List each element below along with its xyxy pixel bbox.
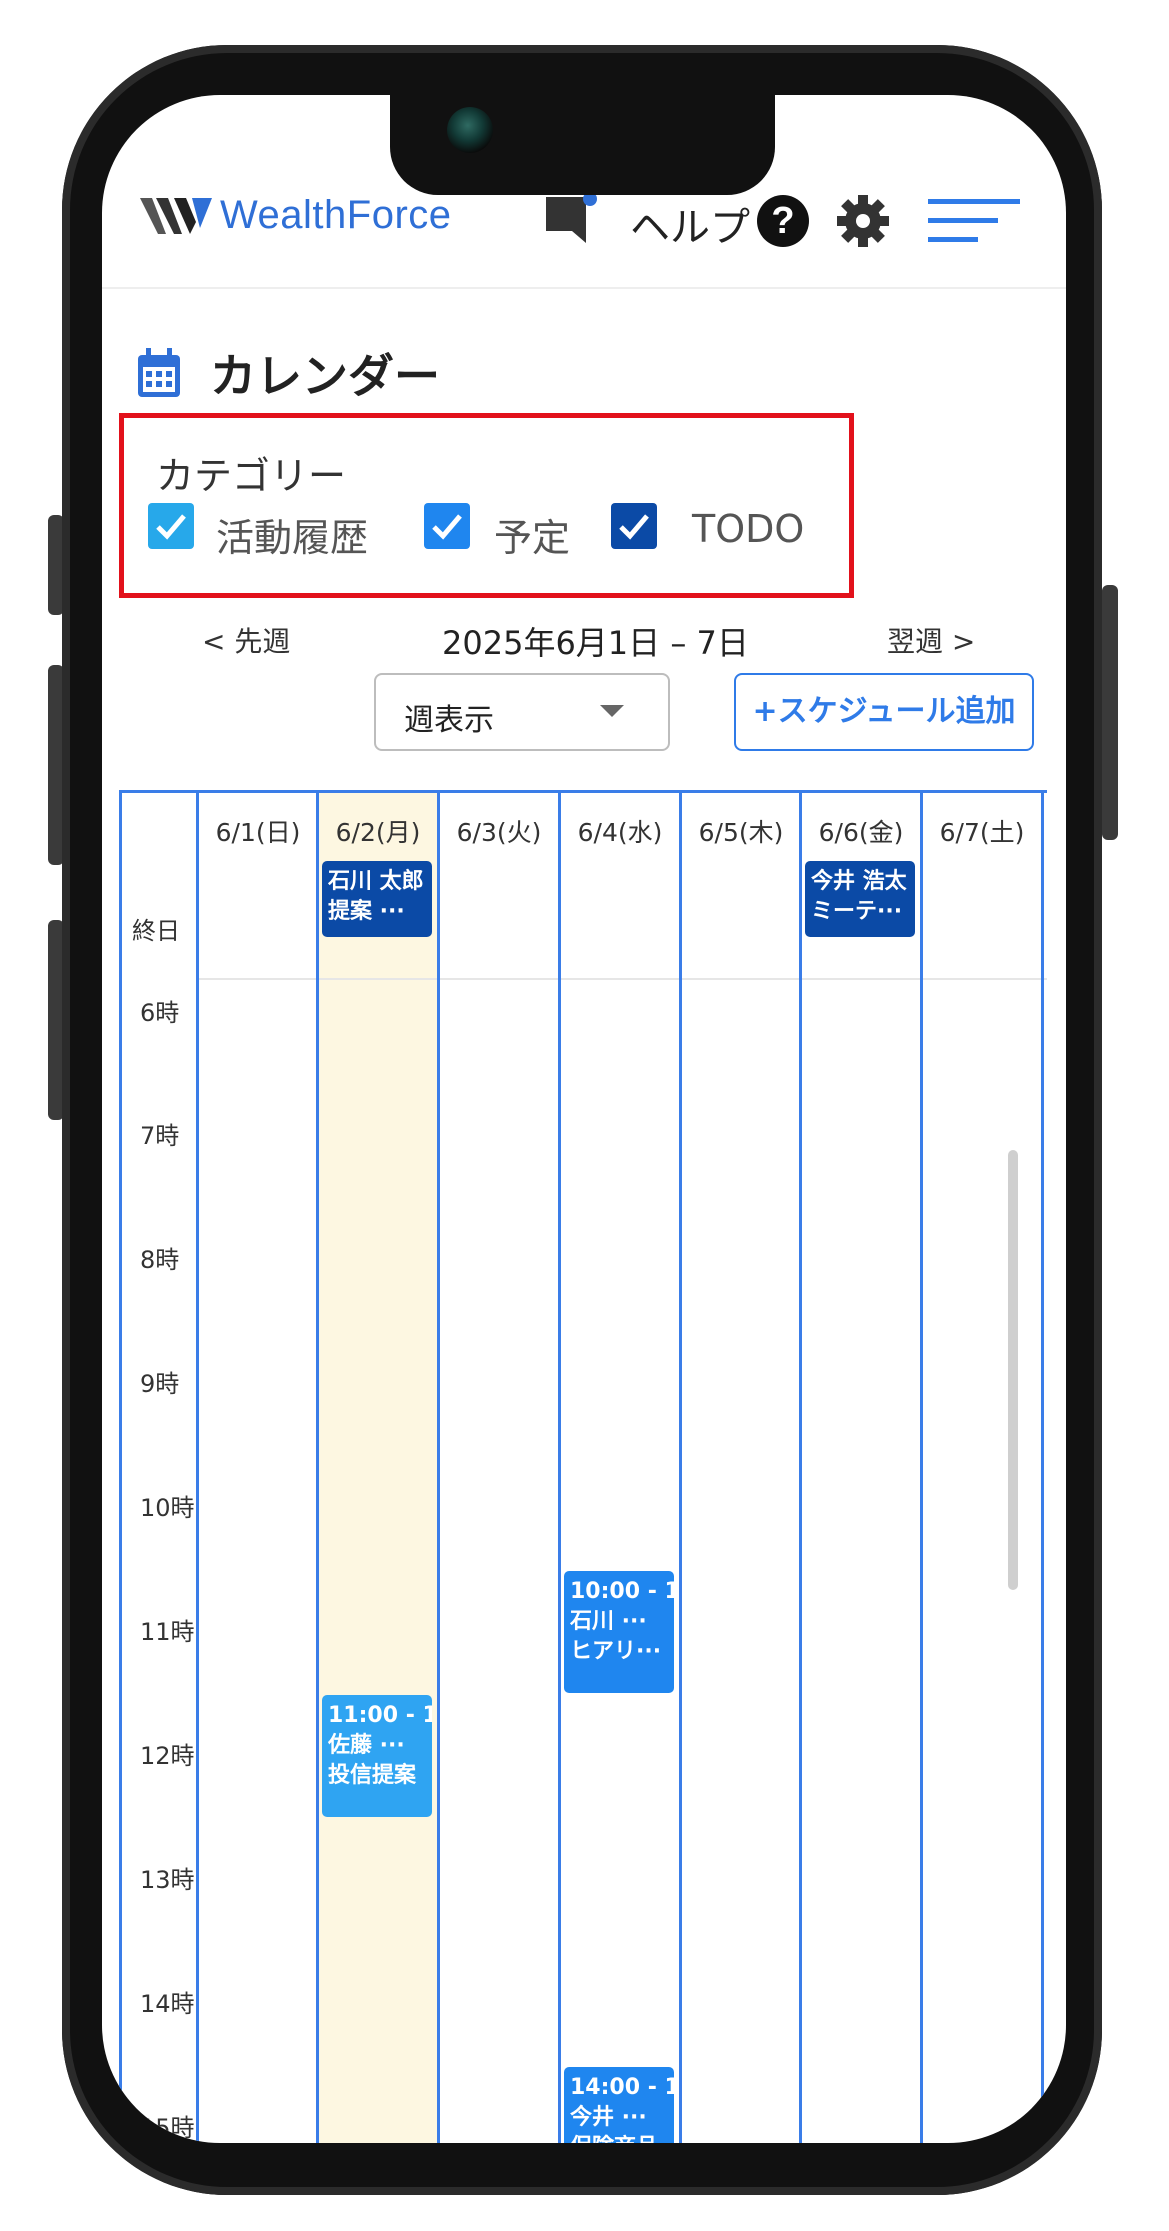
view-mode-value: 週表示	[404, 703, 494, 738]
hour-label: 12時	[140, 1742, 195, 1770]
hamburger-menu-icon[interactable]	[928, 195, 1020, 247]
checkbox-label-activity-history: 活動履歴	[216, 516, 369, 560]
logo-text: WealthForce	[220, 193, 452, 237]
week-range-label: 2025年6月1日 – 7日	[442, 624, 749, 662]
checkbox-schedule[interactable]	[424, 503, 470, 549]
camera-icon	[447, 107, 493, 153]
event-time: 10:00 - 11	[570, 1579, 674, 1604]
event-time: 14:00 - 15	[570, 2075, 674, 2100]
column-divider	[437, 793, 440, 2143]
power-button	[1102, 585, 1118, 840]
hour-label: 15時	[140, 2114, 195, 2142]
event-line: 石川 ···	[570, 1609, 647, 1634]
phone-notch	[390, 95, 775, 195]
column-divider	[920, 793, 923, 2143]
category-label: カテゴリー	[156, 454, 347, 498]
day-header[interactable]: 6/3(火)	[440, 813, 558, 849]
calendar-scrollbar[interactable]	[1008, 1150, 1018, 1590]
checkbox-label-schedule: 予定	[494, 516, 571, 560]
day-header[interactable]: 6/7(土)	[923, 813, 1041, 849]
timed-event[interactable]: 14:00 - 15 今井 ··· 保険商品	[564, 2067, 674, 2143]
check-icon	[432, 514, 462, 540]
event-line: 今井 浩太	[811, 869, 907, 894]
prev-week-link[interactable]: < 先週	[202, 620, 290, 660]
event-line: 保険商品	[570, 2133, 674, 2143]
checkbox-todo[interactable]	[611, 503, 657, 549]
column-divider	[679, 793, 682, 2143]
timed-event[interactable]: 11:00 - 12 佐藤 ··· 投信提案	[322, 1695, 432, 1817]
allday-event[interactable]: 石川 太郎 提案 ···	[322, 861, 432, 937]
chevron-down-icon	[600, 705, 624, 717]
event-line: 佐藤 ···	[328, 1733, 405, 1758]
hour-label: 6時	[140, 999, 180, 1027]
event-line: ミーテ···	[811, 899, 903, 924]
checkbox-label-todo: TODO	[692, 507, 805, 551]
event-line: 石川 太郎	[328, 869, 424, 894]
category-filter-highlight	[119, 413, 854, 598]
event-line: ヒアリ···	[570, 1639, 662, 1664]
event-line: 投信提案	[328, 1763, 417, 1788]
hour-label: 9時	[140, 1370, 180, 1398]
hour-label: 7時	[140, 1122, 180, 1150]
wealthforce-logo-icon	[140, 197, 212, 234]
hour-label: 13時	[140, 1866, 195, 1894]
page-title: カレンダー	[210, 349, 440, 403]
day-header[interactable]: 6/4(水)	[561, 813, 679, 849]
event-time: 11:00 - 12	[328, 1703, 432, 1728]
view-mode-select[interactable]: 週表示	[374, 673, 670, 751]
timed-event[interactable]: 10:00 - 11 石川 ··· ヒアリ···	[564, 1571, 674, 1693]
column-divider	[1041, 793, 1044, 2143]
app-logo[interactable]: WealthForce	[140, 193, 452, 238]
event-line: 今井 ···	[570, 2105, 647, 2130]
column-divider	[316, 793, 319, 2143]
today-column-highlight	[319, 793, 437, 2143]
help-label[interactable]: ヘルプ	[630, 195, 750, 253]
day-header[interactable]: 6/1(日)	[199, 813, 317, 849]
week-calendar-grid: 6/1(日) 6/2(月) 6/3(火) 6/4(水) 6/5(木) 6/6(金…	[119, 790, 1047, 2143]
check-icon	[156, 514, 186, 540]
page-title-row: カレンダー	[136, 340, 440, 406]
day-header[interactable]: 6/5(木)	[682, 813, 800, 849]
phone-screen: WealthForce ヘルプ ? カレンダー カテゴリー 活動履歴 予定 TO…	[102, 95, 1066, 2143]
notification-chat-icon[interactable]	[542, 191, 602, 247]
next-week-link[interactable]: 翌週 >	[887, 620, 975, 660]
allday-event[interactable]: 今井 浩太 ミーテ···	[805, 861, 915, 937]
day-header[interactable]: 6/6(金)	[802, 813, 920, 849]
column-divider	[558, 793, 561, 2143]
calendar-icon	[138, 348, 180, 397]
column-divider	[196, 793, 199, 2143]
allday-label: 終日	[132, 917, 180, 945]
hour-label: 8時	[140, 1246, 180, 1274]
gear-icon[interactable]	[835, 193, 891, 249]
event-line: 提案 ···	[328, 899, 405, 924]
hour-label: 11時	[140, 1618, 195, 1646]
check-icon	[619, 514, 649, 540]
column-divider	[799, 793, 802, 2143]
day-header[interactable]: 6/2(月)	[319, 813, 437, 849]
add-schedule-button[interactable]: +スケジュール追加	[734, 673, 1034, 751]
checkbox-activity-history[interactable]	[148, 503, 194, 549]
hour-label: 10時	[140, 1494, 195, 1522]
hour-label: 14時	[140, 1990, 195, 2018]
help-icon[interactable]: ?	[757, 195, 809, 247]
